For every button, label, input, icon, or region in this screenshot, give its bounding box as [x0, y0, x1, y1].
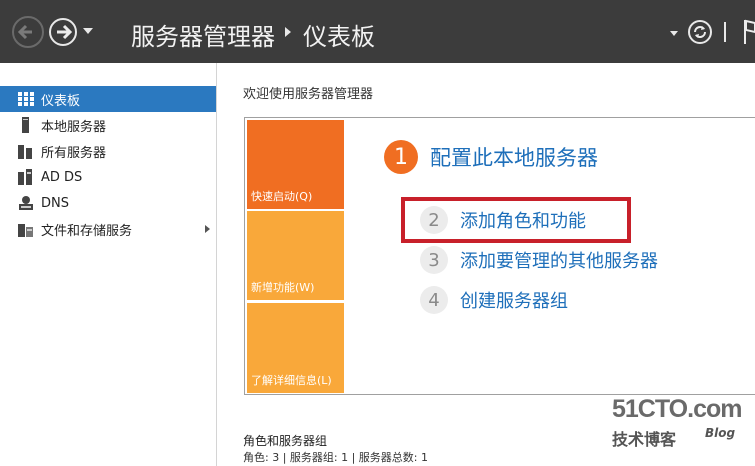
step-link[interactable]: 添加要管理的其他服务器 [460, 247, 658, 273]
sidebar-item-label: 文件和存储服务 [41, 223, 133, 239]
toolbar-divider [724, 22, 726, 42]
back-arrow-icon [17, 24, 32, 40]
red-highlight-box [401, 197, 631, 243]
sidebar-item-label: 仪表板 [41, 93, 81, 109]
tile-label: 快速启动(Q) [251, 190, 313, 203]
breadcrumb-separator-icon [285, 27, 291, 37]
step-create-server-group[interactable]: 4 创建服务器组 [420, 286, 568, 314]
server-icon [18, 117, 34, 133]
page-title: 仪表板 [303, 23, 375, 51]
step-link[interactable]: 配置此本地服务器 [430, 142, 598, 172]
dashboard-icon [18, 91, 34, 107]
watermark-blog: Blog [705, 426, 736, 440]
tile-whats-new[interactable]: 新增功能(W) [247, 211, 344, 300]
refresh-dropdown-icon[interactable] [670, 31, 678, 36]
tile-label: 新增功能(W) [251, 281, 315, 294]
step-link[interactable]: 创建服务器组 [460, 287, 568, 313]
roles-section-title: 角色和服务器组 [243, 434, 328, 448]
file-storage-icon [18, 221, 34, 237]
watermark-logo: 51CTO.com 技术博客 Blog [612, 395, 755, 455]
sidebar-item-dns[interactable]: DNS [0, 190, 216, 216]
notifications-flag-icon[interactable] [742, 18, 755, 46]
sidebar-item-label: AD DS [41, 169, 83, 185]
sidebar-item-local-server[interactable]: 本地服务器 [0, 112, 216, 138]
tile-quick-start[interactable]: 快速启动(Q) [247, 120, 344, 209]
nav-history-dropdown-icon[interactable] [83, 28, 93, 34]
forward-arrow-icon [57, 24, 73, 40]
watermark-main: 51CTO.com [612, 395, 742, 423]
sidebar-item-file-storage[interactable]: 文件和存储服务 [0, 216, 216, 242]
dns-icon [18, 195, 34, 211]
tile-label: 了解详细信息(L) [251, 374, 332, 387]
sidebar-item-dashboard[interactable]: 仪表板 [0, 86, 216, 112]
step-configure-local-server[interactable]: 1 配置此本地服务器 [384, 140, 598, 174]
step-number-badge: 4 [420, 286, 448, 314]
sidebar-nav: 仪表板 本地服务器 所有服务器 AD DS DNS 文件和存储服务 [0, 63, 217, 466]
ad-ds-icon [18, 169, 34, 185]
roles-summary-text: 角色: 3 | 服务器组: 1 | 服务器总数: 1 [243, 451, 429, 464]
forward-button[interactable] [49, 18, 77, 46]
tile-learn-more[interactable]: 了解详细信息(L) [247, 303, 344, 393]
servers-icon [18, 143, 34, 159]
refresh-icon [694, 26, 706, 38]
step-number-badge: 1 [384, 140, 418, 174]
sidebar-item-all-servers[interactable]: 所有服务器 [0, 138, 216, 164]
sidebar-item-label: DNS [41, 195, 69, 211]
welcome-tile: 快速启动(Q) 新增功能(W) 了解详细信息(L) 1 配置此本地服务器 2 添… [244, 117, 755, 395]
sidebar-item-label: 所有服务器 [41, 145, 107, 161]
step-add-servers[interactable]: 3 添加要管理的其他服务器 [420, 246, 658, 274]
sidebar-item-ad-ds[interactable]: AD DS [0, 164, 216, 190]
breadcrumb-app[interactable]: 服务器管理器 [131, 17, 275, 52]
title-bar: 服务器管理器 仪表板 [0, 0, 755, 63]
welcome-heading: 欢迎使用服务器管理器 [243, 87, 374, 102]
refresh-button[interactable] [688, 20, 712, 44]
expand-arrow-icon[interactable] [205, 225, 210, 233]
step-number-badge: 3 [420, 246, 448, 274]
back-button[interactable] [12, 16, 44, 48]
watermark-sub: 技术博客 [612, 430, 677, 449]
sidebar-item-label: 本地服务器 [41, 119, 107, 135]
